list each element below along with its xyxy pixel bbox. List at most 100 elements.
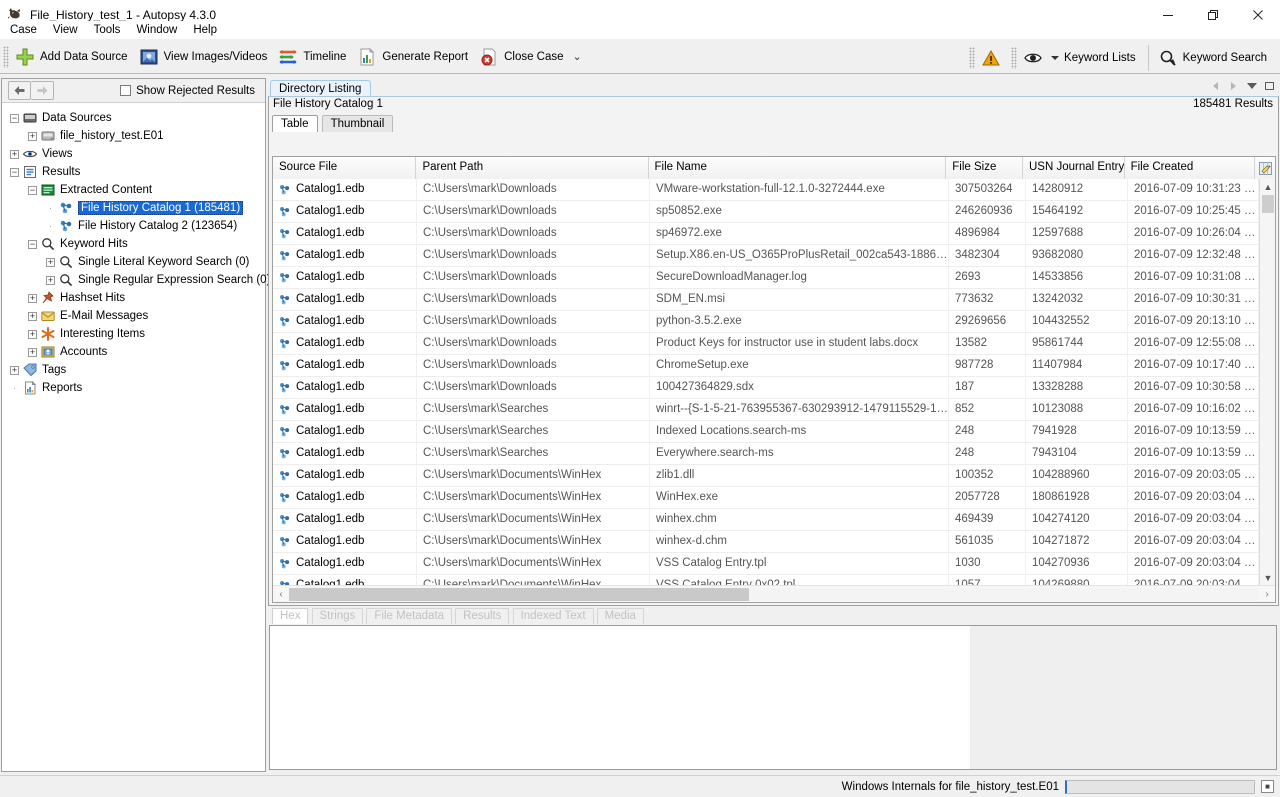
keyword-search-button[interactable]: Keyword Search: [1154, 44, 1274, 72]
table-row[interactable]: Catalog1.edb C:\Users\mark\Documents\WinH…: [273, 486, 1259, 509]
tabstrip-maximize-icon[interactable]: [1264, 80, 1275, 91]
tree-node[interactable]: + Views: [2, 145, 265, 163]
tab-results[interactable]: Results: [455, 608, 510, 624]
tree-node[interactable]: − Extracted Content: [2, 181, 265, 199]
close-case-chevron-down-icon[interactable]: ⌄: [573, 51, 582, 63]
table-row[interactable]: Catalog1.edb C:\Users\mark\Documents\WinH…: [273, 552, 1259, 575]
table-row[interactable]: Catalog1.edb C:\Users\mark\Downloads pytho…: [273, 310, 1259, 333]
tree-expand-icon[interactable]: +: [10, 365, 19, 375]
tab-file-metadata[interactable]: File Metadata: [366, 608, 453, 624]
tabstrip-scroll-left-icon[interactable]: [1210, 80, 1221, 91]
table-vertical-scrollbar[interactable]: ▲ ▼: [1259, 179, 1275, 585]
tree-node[interactable]: + Accounts: [2, 343, 265, 361]
tab-hex[interactable]: Hex: [272, 608, 309, 624]
table-row[interactable]: Catalog1.edb C:\Users\mark\Downloads 10042…: [273, 376, 1259, 399]
tab-table[interactable]: Table: [272, 115, 318, 132]
show-rejected-results-control[interactable]: Show Rejected Results: [120, 85, 259, 97]
generate-report-button[interactable]: Generate Report: [353, 43, 475, 71]
scroll-down-arrow-icon[interactable]: ▼: [1260, 570, 1276, 585]
tree-expand-icon[interactable]: +: [28, 131, 37, 141]
tree-node[interactable]: · File History Catalog 2 (123654): [2, 217, 265, 235]
scroll-up-arrow-icon[interactable]: ▲: [1260, 179, 1276, 194]
table-row[interactable]: Catalog1.edb C:\Users\mark\Documents\WinH…: [273, 530, 1259, 553]
keyword-lists-button[interactable]: Keyword Lists: [1019, 44, 1143, 72]
tree-collapse-icon[interactable]: −: [10, 113, 19, 123]
scroll-left-arrow-icon[interactable]: ‹: [273, 589, 289, 600]
horizontal-scroll-track[interactable]: [289, 587, 1259, 601]
table-row[interactable]: Catalog1.edb C:\Users\mark\Downloads sp508…: [273, 200, 1259, 223]
vertical-scroll-thumb[interactable]: [1262, 195, 1274, 213]
column-header-usn-journal-entry[interactable]: USN Journal Entry: [1022, 157, 1125, 179]
tab-media[interactable]: Media: [596, 608, 644, 624]
table-row[interactable]: Catalog1.edb C:\Users\mark\Downloads Chrom…: [273, 354, 1259, 377]
tree-node[interactable]: + Single Literal Keyword Search (0): [2, 253, 265, 271]
menu-tools[interactable]: Tools: [86, 23, 129, 37]
tab-thumbnail[interactable]: Thumbnail: [321, 115, 394, 132]
tree-node[interactable]: + Tags: [2, 361, 265, 379]
column-header-file-size[interactable]: File Size: [946, 157, 1023, 179]
tree-node[interactable]: + Interesting Items: [2, 325, 265, 343]
tree-node[interactable]: − Data Sources: [2, 109, 265, 127]
tab-indexed-text[interactable]: Indexed Text: [512, 608, 594, 624]
tree-expand-icon[interactable]: +: [46, 257, 55, 267]
table-row[interactable]: Catalog1.edb C:\Users\mark\Searches Everyw…: [273, 442, 1259, 465]
tab-strings[interactable]: Strings: [311, 608, 364, 624]
timeline-button[interactable]: Timeline: [274, 43, 353, 71]
tree-collapse-icon[interactable]: −: [28, 239, 37, 249]
table-row[interactable]: Catalog1.edb C:\Users\mark\Documents\WinH…: [273, 508, 1259, 531]
tab-directory-listing[interactable]: Directory Listing: [270, 80, 372, 97]
tree-expand-icon[interactable]: +: [28, 347, 37, 357]
tree-node[interactable]: + E-Mail Messages: [2, 307, 265, 325]
tree-expand-icon[interactable]: +: [10, 149, 19, 159]
tree-node[interactable]: + Hashset Hits: [2, 289, 265, 307]
tree-expand-icon[interactable]: +: [28, 311, 37, 321]
close-case-button[interactable]: Close Case ⌄: [475, 43, 589, 71]
keyword-lists-chevron-down-icon[interactable]: [1051, 55, 1060, 60]
column-header-file-created[interactable]: File Created: [1124, 157, 1256, 179]
tree-collapse-icon[interactable]: −: [10, 167, 19, 177]
table-row[interactable]: Catalog1.edb C:\Users\mark\Searches winrt-…: [273, 398, 1259, 421]
tree-node[interactable]: · File History Catalog 1 (185481): [2, 199, 265, 217]
add-data-source-button[interactable]: Add Data Source: [11, 43, 135, 71]
tree-node[interactable]: − Keyword Hits: [2, 235, 265, 253]
tree-node[interactable]: − Results: [2, 163, 265, 181]
menu-window[interactable]: Window: [128, 23, 185, 37]
table-row[interactable]: Catalog1.edb C:\Users\mark\Downloads SDM_E…: [273, 288, 1259, 311]
cancel-job-icon[interactable]: ■: [1261, 780, 1274, 793]
table-horizontal-scrollbar[interactable]: ‹ ›: [273, 585, 1275, 602]
tree-node[interactable]: · Reports: [2, 379, 265, 397]
tree-collapse-icon[interactable]: −: [28, 185, 37, 195]
menu-case[interactable]: Case: [2, 23, 45, 37]
tree-node[interactable]: + Single Regular Expression Search (0): [2, 271, 270, 289]
menu-view[interactable]: View: [45, 23, 86, 37]
show-rejected-results-checkbox[interactable]: [120, 85, 132, 96]
table-row[interactable]: Catalog1.edb C:\Users\mark\Downloads sp469…: [273, 222, 1259, 245]
table-row[interactable]: Catalog1.edb C:\Users\mark\Downloads VMwar…: [273, 179, 1259, 201]
menu-help[interactable]: Help: [185, 23, 225, 37]
tree-node[interactable]: + file_history_test.E01: [2, 127, 265, 145]
table-row[interactable]: Catalog1.edb C:\Users\mark\Downloads Setup…: [273, 244, 1259, 267]
back-button[interactable]: [8, 81, 31, 100]
table-row[interactable]: Catalog1.edb C:\Users\mark\Downloads Produ…: [273, 332, 1259, 355]
table-row[interactable]: Catalog1.edb C:\Users\mark\Documents\WinH…: [273, 464, 1259, 487]
warning-button[interactable]: [977, 44, 1008, 72]
warning-group-grip[interactable]: [969, 46, 976, 69]
toolbar-grip[interactable]: [3, 46, 9, 68]
tabstrip-scroll-right-icon[interactable]: [1228, 80, 1239, 91]
tree-expand-icon[interactable]: +: [28, 329, 37, 339]
tree-expand-icon[interactable]: +: [28, 293, 37, 303]
column-header-file-name[interactable]: File Name: [648, 157, 947, 179]
table-row[interactable]: Catalog1.edb C:\Users\mark\Downloads Secur…: [273, 266, 1259, 289]
tabstrip-dropdown-icon[interactable]: [1246, 80, 1257, 91]
column-chooser-icon[interactable]: [1255, 157, 1275, 179]
table-row[interactable]: Catalog1.edb C:\Users\mark\Documents\WinH…: [273, 574, 1259, 585]
column-header-source-file[interactable]: Source File: [273, 157, 417, 179]
table-row[interactable]: Catalog1.edb C:\Users\mark\Searches Indexe…: [273, 420, 1259, 443]
scroll-right-arrow-icon[interactable]: ›: [1259, 589, 1275, 600]
view-images-videos-button[interactable]: View Images/Videos: [135, 43, 275, 71]
keyword-group-grip[interactable]: [1011, 46, 1018, 69]
forward-button[interactable]: [31, 81, 54, 100]
horizontal-scroll-thumb[interactable]: [289, 587, 749, 601]
column-header-parent-path[interactable]: Parent Path: [416, 157, 649, 179]
tree-expand-icon[interactable]: +: [46, 275, 55, 285]
